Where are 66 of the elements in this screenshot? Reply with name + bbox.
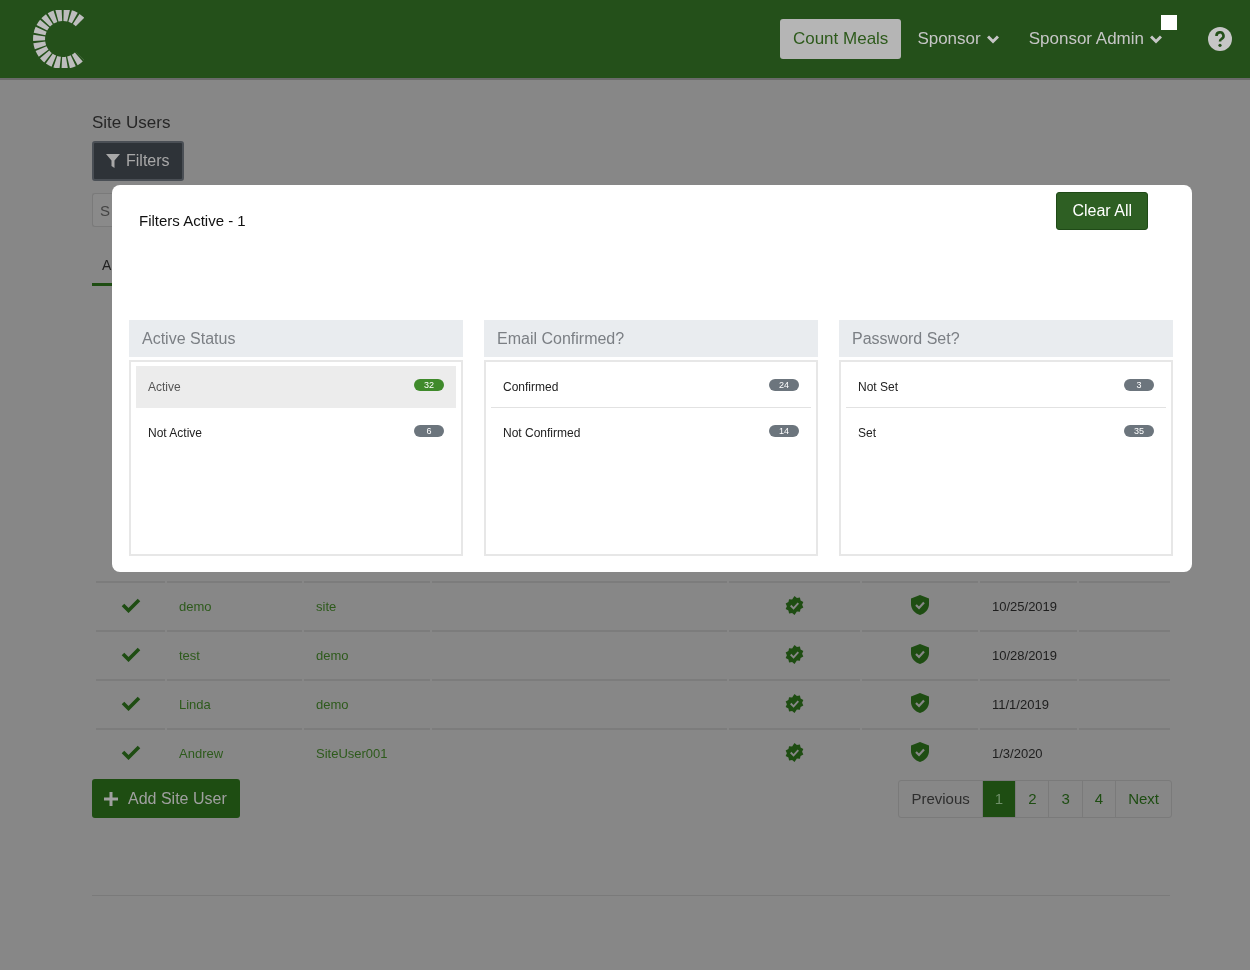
chevron-down-icon bbox=[1150, 34, 1162, 44]
shield-check-icon bbox=[911, 693, 929, 713]
page-button[interactable]: 3 bbox=[1048, 780, 1082, 817]
table-cell: demo bbox=[167, 581, 302, 630]
table-cell: Linda bbox=[167, 679, 302, 728]
option-label: Not Confirmed bbox=[503, 426, 581, 440]
filter-option[interactable]: Active 32 bbox=[136, 366, 456, 408]
filters-button[interactable]: Filters bbox=[92, 141, 184, 181]
check-icon bbox=[120, 646, 141, 662]
filter-option[interactable]: Not Set 3 bbox=[846, 366, 1166, 408]
plus-icon bbox=[104, 791, 118, 806]
search-field[interactable]: S bbox=[92, 193, 112, 227]
count-badge: 6 bbox=[414, 425, 444, 437]
check-icon bbox=[120, 744, 141, 760]
table-cell: 11/1/2019 bbox=[980, 679, 1077, 728]
nav-dropdown[interactable]: Sponsor Admin bbox=[1028, 29, 1162, 49]
shield-check-icon bbox=[911, 742, 929, 762]
page-button[interactable]: 1 bbox=[981, 780, 1016, 817]
check-icon bbox=[120, 695, 141, 711]
count-badge: 24 bbox=[769, 378, 799, 391]
filter-option[interactable]: Not Confirmed 14 bbox=[491, 412, 811, 454]
shield-check-icon bbox=[911, 595, 929, 615]
table-cell: test bbox=[167, 630, 302, 679]
badge-check-icon bbox=[785, 595, 804, 615]
badge-check-icon bbox=[785, 742, 804, 762]
shield-check-icon bbox=[911, 644, 929, 664]
filter-group-header: Active Status bbox=[129, 320, 463, 357]
funnel-icon bbox=[106, 154, 120, 168]
option-label: Not Active bbox=[148, 426, 203, 440]
table-cell: SiteUser001 bbox=[304, 728, 430, 777]
help-icon[interactable] bbox=[1208, 27, 1232, 51]
modal-title: Filters Active - 1 bbox=[139, 212, 246, 229]
page-title: Site Users bbox=[92, 113, 172, 134]
table-cell: demo bbox=[304, 679, 430, 728]
table-cell: Andrew bbox=[167, 728, 302, 777]
logo-icon[interactable] bbox=[30, 10, 84, 68]
option-label: Active bbox=[148, 379, 181, 394]
badge-check-icon bbox=[785, 693, 804, 713]
clear-all-button[interactable]: Clear All bbox=[1056, 192, 1148, 230]
table-cell: 10/25/2019 bbox=[980, 581, 1077, 630]
count-badge: 32 bbox=[414, 378, 444, 391]
count-badge: 14 bbox=[769, 425, 799, 437]
count-badge: 35 bbox=[1124, 425, 1154, 437]
page-button[interactable]: Previous bbox=[899, 780, 982, 817]
chevron-down-icon bbox=[986, 34, 999, 44]
page-button[interactable]: 2 bbox=[1015, 780, 1049, 817]
table-cell: 1/3/2020 bbox=[980, 728, 1077, 777]
count-meals-button[interactable]: Count Meals bbox=[779, 19, 902, 59]
table-cell: site bbox=[304, 581, 430, 630]
page-button[interactable]: Next bbox=[1115, 780, 1171, 817]
option-label: Not Set bbox=[858, 379, 899, 394]
add-site-user-button[interactable]: Add Site User bbox=[92, 779, 240, 818]
filter-option[interactable]: Not Active 6 bbox=[136, 412, 456, 454]
filter-group-header: Email Confirmed? bbox=[484, 320, 818, 357]
page-button[interactable]: 4 bbox=[1081, 780, 1116, 817]
nav-dropdown[interactable]: Sponsor bbox=[917, 29, 999, 49]
check-icon bbox=[120, 597, 141, 613]
option-label: Confirmed bbox=[503, 379, 559, 394]
filter-option[interactable]: Confirmed 24 bbox=[491, 366, 811, 408]
badge-check-icon bbox=[785, 644, 804, 664]
filter-group-header: Password Set? bbox=[839, 320, 1173, 357]
filter-option[interactable]: Set 35 bbox=[846, 412, 1166, 454]
table-cell: 10/28/2019 bbox=[980, 630, 1077, 679]
count-badge: 3 bbox=[1124, 378, 1154, 391]
option-label: Set bbox=[858, 426, 876, 440]
table-cell: demo bbox=[304, 630, 430, 679]
